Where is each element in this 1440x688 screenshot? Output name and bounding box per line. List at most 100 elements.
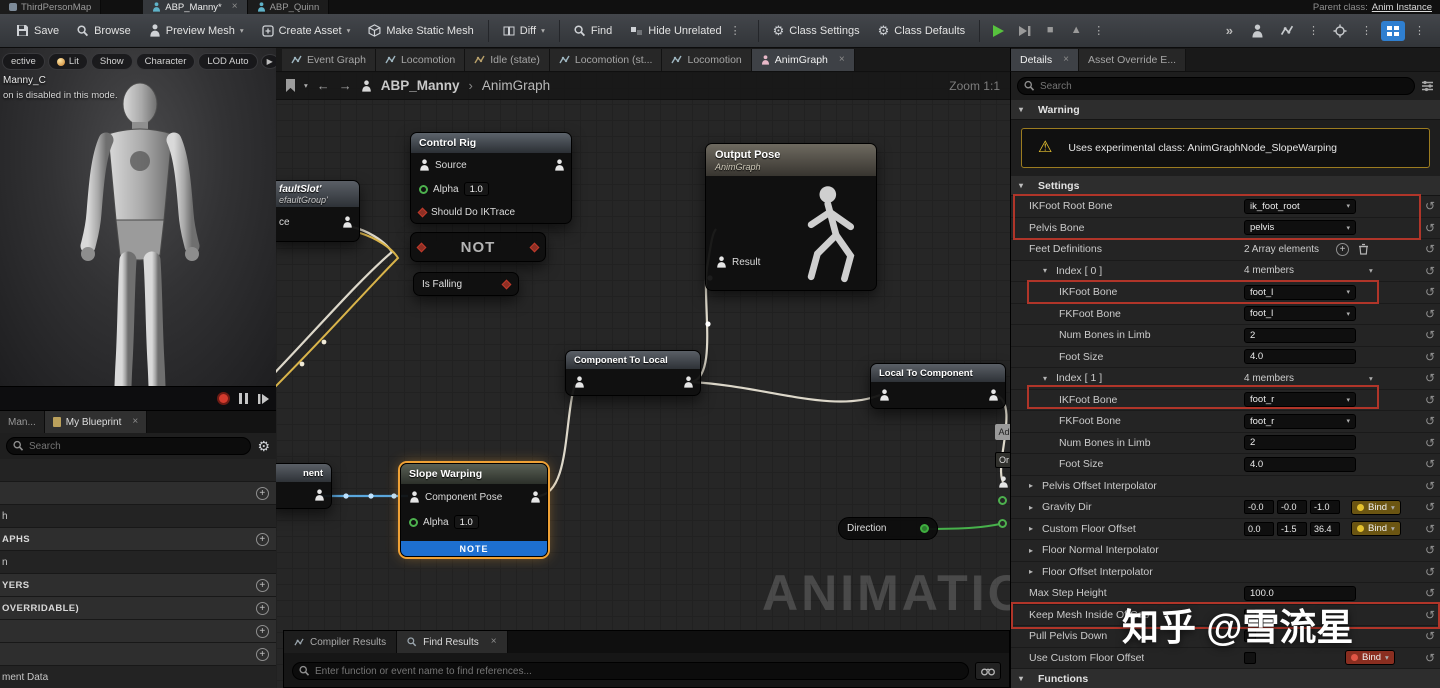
- show-menu-button[interactable]: Show: [91, 53, 133, 70]
- reset-to-default-icon[interactable]: ↺: [1425, 437, 1435, 449]
- make-static-mesh-button[interactable]: Make Static Mesh: [360, 18, 481, 44]
- debug-filter-button[interactable]: [1275, 19, 1299, 43]
- bind-dropdown[interactable]: Bind▾: [1345, 650, 1395, 665]
- parent-class-link[interactable]: Anim Instance: [1372, 2, 1432, 13]
- save-button[interactable]: Save: [8, 18, 67, 44]
- breadcrumb-graph[interactable]: AnimGraph: [482, 78, 550, 93]
- layout-grid-button[interactable]: [1381, 21, 1405, 41]
- list-item[interactable]: n: [0, 551, 276, 574]
- pose-pin-icon[interactable]: [879, 389, 890, 401]
- reset-to-default-icon[interactable]: ↺: [1425, 243, 1435, 255]
- pose-pin-icon[interactable]: [409, 491, 420, 503]
- row-index-0[interactable]: ▾ Index [ 0 ] 4 members▾ ↺: [1011, 261, 1440, 283]
- list-item[interactable]: ment Data: [0, 666, 276, 688]
- reset-to-default-icon[interactable]: ↺: [1425, 200, 1435, 212]
- tab-third-person-map[interactable]: ThirdPersonMap: [0, 0, 101, 14]
- node-component-partial[interactable]: nent: [276, 463, 332, 509]
- reset-to-default-icon[interactable]: ↺: [1425, 523, 1435, 535]
- num-bones-field[interactable]: 2: [1244, 328, 1356, 343]
- reset-to-default-icon[interactable]: ↺: [1425, 458, 1435, 470]
- hide-unrelated-options-icon[interactable]: ⋮: [727, 24, 744, 37]
- node-output-pose[interactable]: Output Pose AnimGraph Result: [705, 143, 877, 291]
- find-in-blueprints-button[interactable]: [975, 662, 1001, 680]
- row-gravity-dir[interactable]: ▸ Gravity Dir -0.0 -0.0 -1.0 Bind▾ ↺: [1011, 497, 1440, 519]
- reset-to-default-icon[interactable]: ↺: [1425, 587, 1435, 599]
- breadcrumb-asset[interactable]: ABP_Manny: [381, 78, 460, 93]
- pause-button[interactable]: [239, 393, 248, 404]
- foot-size-field[interactable]: 4.0: [1244, 349, 1356, 364]
- reset-to-default-icon[interactable]: ↺: [1425, 652, 1435, 664]
- node-not[interactable]: NOT: [410, 232, 546, 262]
- section-header-layers[interactable]: YERS+: [0, 574, 276, 597]
- browse-button[interactable]: Browse: [69, 18, 139, 44]
- reset-to-default-icon[interactable]: ↺: [1425, 544, 1435, 556]
- bookmark-icon[interactable]: [286, 79, 295, 92]
- clear-array-trash-icon[interactable]: [1358, 243, 1369, 255]
- use-custom-floor-offset-checkbox[interactable]: [1244, 652, 1256, 664]
- view-options-icon[interactable]: [1421, 80, 1434, 92]
- pose-pin-icon[interactable]: [683, 376, 694, 388]
- vector-z-field[interactable]: -1.0: [1310, 500, 1340, 514]
- warning-category-header[interactable]: ▾ Warning: [1011, 100, 1440, 120]
- reset-to-default-icon[interactable]: ↺: [1425, 351, 1435, 363]
- row-index-1[interactable]: ▾ Index [ 1 ] 4 members▾ ↺: [1011, 368, 1440, 390]
- perspective-button[interactable]: ective: [2, 53, 45, 70]
- pose-pin-icon[interactable]: [419, 159, 430, 171]
- settings-category-header[interactable]: ▾ Settings: [1011, 176, 1440, 196]
- frame-skip-button[interactable]: [1012, 19, 1036, 43]
- debug-filter-options-icon[interactable]: ⋮: [1305, 24, 1322, 37]
- blueprint-settings-gear-icon[interactable]: ⚙: [257, 439, 270, 453]
- node-control-rig[interactable]: Control Rig Source Alpha 1.0 Should Do I…: [410, 132, 572, 224]
- add-icon[interactable]: +: [256, 602, 269, 615]
- tab-idle-state[interactable]: Idle (state): [465, 49, 550, 71]
- reset-to-default-icon[interactable]: ↺: [1425, 308, 1435, 320]
- tab-asset-override-editor[interactable]: Asset Override E...: [1079, 49, 1186, 71]
- pose-pin-icon[interactable]: [342, 216, 353, 228]
- close-tab-icon[interactable]: ×: [232, 2, 238, 12]
- tab-manny-partial[interactable]: Man...: [0, 411, 45, 433]
- tab-animgraph[interactable]: AnimGraph ×: [752, 49, 855, 71]
- fkfoot-bone-select[interactable]: foot_r▾: [1244, 414, 1356, 429]
- reset-to-default-icon[interactable]: ↺: [1425, 265, 1435, 277]
- stop-button[interactable]: ■: [1038, 19, 1062, 43]
- pose-pin-icon[interactable]: [314, 489, 325, 501]
- tab-locomotion-2[interactable]: Locomotion: [662, 49, 751, 71]
- reset-to-default-icon[interactable]: ↺: [1425, 372, 1435, 384]
- hide-unrelated-button[interactable]: Hide Unrelated ⋮: [622, 18, 751, 44]
- diff-button[interactable]: Diff ▾: [495, 18, 553, 44]
- reset-to-default-icon[interactable]: ↺: [1425, 630, 1435, 642]
- node-slot-defaultslot[interactable]: faultSlot' efaultGroup' ce: [276, 180, 360, 242]
- play-button[interactable]: [986, 19, 1010, 43]
- vector-pin-icon[interactable]: [998, 519, 1007, 528]
- close-tab-icon[interactable]: ×: [132, 417, 138, 427]
- num-bones-field[interactable]: 2: [1244, 435, 1356, 450]
- bind-dropdown[interactable]: Bind▾: [1351, 521, 1401, 536]
- tab-details[interactable]: Details ×: [1011, 49, 1079, 71]
- bool-pin-icon[interactable]: [530, 242, 540, 252]
- bookmark-menu-chevron-icon[interactable]: ▾: [304, 81, 308, 90]
- float-pin-icon[interactable]: [998, 496, 1007, 505]
- row-floor-offset-interpolator[interactable]: ▸ Floor Offset Interpolator ↺: [1011, 562, 1440, 584]
- tab-event-graph[interactable]: Event Graph: [282, 49, 376, 71]
- play-options-icon[interactable]: ⋮: [1090, 24, 1107, 37]
- tab-my-blueprint[interactable]: My Blueprint ×: [45, 411, 147, 433]
- eject-button[interactable]: ▲: [1064, 19, 1088, 43]
- vector-x-field[interactable]: -0.0: [1244, 500, 1274, 514]
- find-button[interactable]: Find: [566, 18, 620, 44]
- tab-abp-manny[interactable]: ABP_Manny* ×: [143, 0, 247, 14]
- details-search-input[interactable]: [1017, 77, 1415, 95]
- class-defaults-button[interactable]: ⚙ Class Defaults: [870, 18, 974, 44]
- fragment-node-partial[interactable]: Or: [995, 452, 1010, 468]
- alpha-value-field[interactable]: 1.0: [454, 515, 479, 529]
- reset-to-default-icon[interactable]: ↺: [1425, 501, 1435, 513]
- character-menu-button[interactable]: Character: [136, 53, 196, 70]
- record-button[interactable]: [217, 392, 230, 405]
- float-pin-icon[interactable]: [409, 518, 418, 527]
- step-forward-button[interactable]: [257, 393, 270, 405]
- row-custom-floor-offset[interactable]: ▸ Custom Floor Offset 0.0 -1.5 36.4 Bind…: [1011, 519, 1440, 541]
- fragment-add-button[interactable]: Ad: [995, 424, 1010, 440]
- pose-pin-icon[interactable]: [574, 376, 585, 388]
- add-array-element-icon[interactable]: +: [1336, 243, 1349, 256]
- viewport-expand-button[interactable]: ▶: [261, 54, 276, 69]
- preview-viewport[interactable]: ective Lit Show Character LOD Auto ▶ Man…: [0, 48, 276, 386]
